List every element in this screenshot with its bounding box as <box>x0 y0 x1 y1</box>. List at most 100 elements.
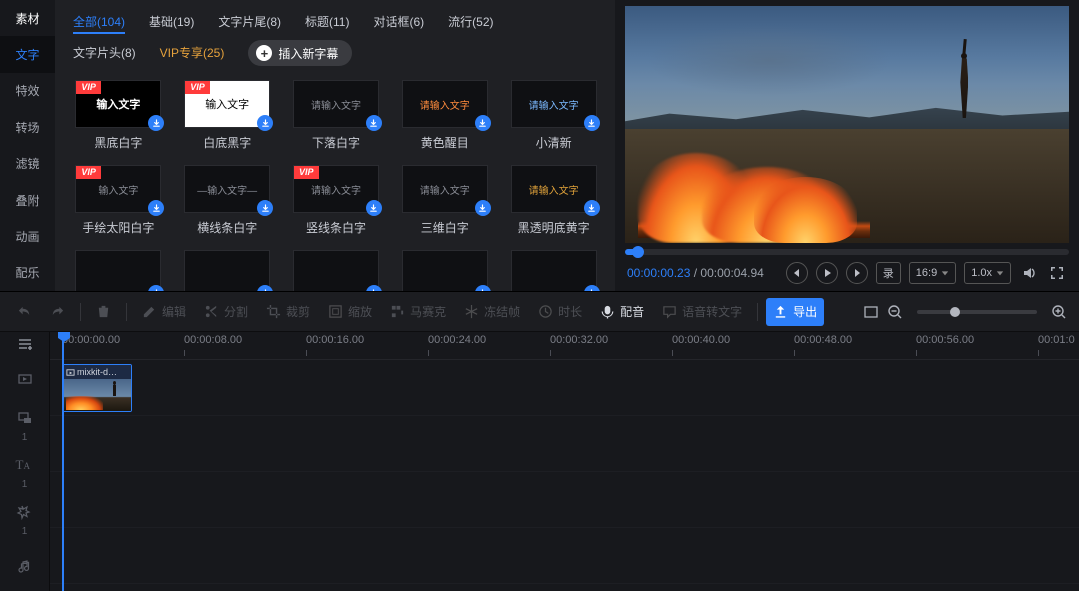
toolbar: 编辑 分割 裁剪 缩放 马赛克 冻结帧 时长 配音 语音转文字 导出 <box>0 292 1079 332</box>
text-track[interactable] <box>50 472 1079 528</box>
tracks-area[interactable]: 00:00:00.0000:00:08.0000:00:16.0000:00:2… <box>50 332 1079 591</box>
crop-button[interactable]: 裁剪 <box>259 298 317 326</box>
filter-tab[interactable]: 基础(19) <box>149 10 194 34</box>
template-label: 黄色醒目 <box>421 134 469 151</box>
download-icon[interactable] <box>475 200 491 216</box>
playhead[interactable] <box>62 332 64 591</box>
text-template[interactable]: 输入文字VIP手绘太阳白字 <box>73 165 164 236</box>
insert-subtitle-button[interactable]: +插入新字幕 <box>248 40 352 66</box>
vip-badge: VIP <box>294 166 319 179</box>
duration-button[interactable]: 时长 <box>531 298 589 326</box>
effect-track-head[interactable]: 1 <box>0 497 49 544</box>
download-icon[interactable] <box>257 200 273 216</box>
text-template[interactable]: 请输入文字小清新 <box>508 80 599 151</box>
download-icon[interactable] <box>257 115 273 131</box>
side-tab-6[interactable]: 动画 <box>0 218 55 254</box>
playback-speed-select[interactable]: 1.0x <box>964 262 1011 284</box>
track-number: 1 <box>22 479 28 490</box>
fullscreen-icon[interactable] <box>1047 263 1067 283</box>
audio-track[interactable] <box>50 584 1079 591</box>
pip-track[interactable] <box>50 416 1079 472</box>
filter-tab[interactable]: 全部(104) <box>73 10 125 34</box>
template-label: 手绘太阳白字 <box>82 219 154 236</box>
video-track-head[interactable] <box>0 356 49 403</box>
edit-button[interactable]: 编辑 <box>135 298 193 326</box>
text-template[interactable]: 请输入文字VIP竖线条白字 <box>291 165 382 236</box>
play-button[interactable] <box>816 262 838 284</box>
text-template[interactable]: 输入文字VIP黑底白字 <box>73 80 164 151</box>
side-tab-3[interactable]: 转场 <box>0 109 55 145</box>
preview-pane: 00:00:00.23 / 00:00:04.94 录 16:9 1.0x <box>615 0 1079 291</box>
download-icon[interactable] <box>584 115 600 131</box>
filter-tab[interactable]: 标题(11) <box>305 10 349 34</box>
zoom-in-icon[interactable] <box>1049 302 1069 322</box>
download-icon[interactable] <box>366 285 382 291</box>
filter-tab[interactable]: VIP专享(25) <box>160 41 225 65</box>
redo-button[interactable] <box>43 298 72 326</box>
zoom-out-icon[interactable] <box>885 302 905 322</box>
download-icon[interactable] <box>148 200 164 216</box>
track-number: 1 <box>22 526 28 537</box>
download-icon[interactable] <box>148 285 164 291</box>
freeze-frame-button[interactable]: 冻结帧 <box>457 298 527 326</box>
side-tab-0[interactable]: 素材 <box>0 0 55 36</box>
filter-tab[interactable]: 对话框(6) <box>373 10 424 34</box>
video-track[interactable]: mixkit-d… <box>50 360 1079 416</box>
text-template[interactable]: 请输入文字黄色醒目 <box>399 80 490 151</box>
add-track-button[interactable] <box>0 332 49 356</box>
undo-button[interactable] <box>10 298 39 326</box>
pip-track-head[interactable]: 1 <box>0 403 49 450</box>
delete-button[interactable] <box>89 298 118 326</box>
download-icon[interactable] <box>584 285 600 291</box>
speech-to-text-button[interactable]: 语音转文字 <box>655 298 749 326</box>
timeline-zoom-slider[interactable] <box>917 310 1037 314</box>
fit-to-screen-icon[interactable] <box>861 302 881 322</box>
preview-viewport[interactable] <box>625 6 1069 243</box>
side-tab-4[interactable]: 滤镜 <box>0 146 55 182</box>
prev-frame-button[interactable] <box>786 262 808 284</box>
template-grid[interactable]: 输入文字VIP黑底白字输入文字VIP白底黑字请输入文字下落白字请输入文字黄色醒目… <box>55 72 615 291</box>
download-icon[interactable] <box>148 115 164 131</box>
volume-icon[interactable] <box>1019 263 1039 283</box>
audio-track-head[interactable] <box>0 544 49 591</box>
download-icon[interactable] <box>366 115 382 131</box>
effect-track[interactable] <box>50 528 1079 584</box>
mosaic-button[interactable]: 马赛克 <box>383 298 453 326</box>
download-icon[interactable] <box>366 200 382 216</box>
download-icon[interactable] <box>257 285 273 291</box>
text-template[interactable] <box>291 250 382 291</box>
text-template[interactable]: 输入文字VIP白底黑字 <box>182 80 273 151</box>
dub-button[interactable]: 配音 <box>593 298 651 326</box>
text-track-head[interactable]: TA 1 <box>0 450 49 497</box>
filter-tab[interactable]: 文字片头(8) <box>73 41 136 65</box>
text-template[interactable]: 请输入文字下落白字 <box>291 80 382 151</box>
filter-tab[interactable]: 文字片尾(8) <box>218 10 281 34</box>
text-template[interactable] <box>508 250 599 291</box>
video-clip[interactable]: mixkit-d… <box>62 364 132 412</box>
next-frame-button[interactable] <box>846 262 868 284</box>
export-button[interactable]: 导出 <box>766 298 824 326</box>
filter-tab[interactable]: 流行(52) <box>448 10 493 34</box>
download-icon[interactable] <box>584 200 600 216</box>
aspect-ratio-select[interactable]: 16:9 <box>909 262 956 284</box>
template-label: 白底黑字 <box>203 134 251 151</box>
text-template[interactable]: —输入文字—横线条白字 <box>182 165 273 236</box>
download-icon[interactable] <box>475 285 491 291</box>
record-button[interactable]: 录 <box>876 262 901 284</box>
template-label: 横线条白字 <box>197 219 257 236</box>
text-template[interactable]: 请输入文字黑透明底黄字 <box>508 165 599 236</box>
download-icon[interactable] <box>475 115 491 131</box>
text-template[interactable]: 请输入文字三维白字 <box>399 165 490 236</box>
time-ruler[interactable]: 00:00:00.0000:00:08.0000:00:16.0000:00:2… <box>50 332 1079 360</box>
text-template[interactable] <box>182 250 273 291</box>
side-tab-1[interactable]: 文字 <box>0 36 55 72</box>
side-tab-5[interactable]: 叠附 <box>0 182 55 218</box>
preview-scrubber[interactable] <box>625 249 1069 255</box>
zoom-button[interactable]: 缩放 <box>321 298 379 326</box>
text-template[interactable] <box>73 250 164 291</box>
side-tab-7[interactable]: 配乐 <box>0 255 55 291</box>
side-tab-2[interactable]: 特效 <box>0 73 55 109</box>
split-button[interactable]: 分割 <box>197 298 255 326</box>
text-template[interactable] <box>399 250 490 291</box>
track-number: 1 <box>22 432 28 443</box>
